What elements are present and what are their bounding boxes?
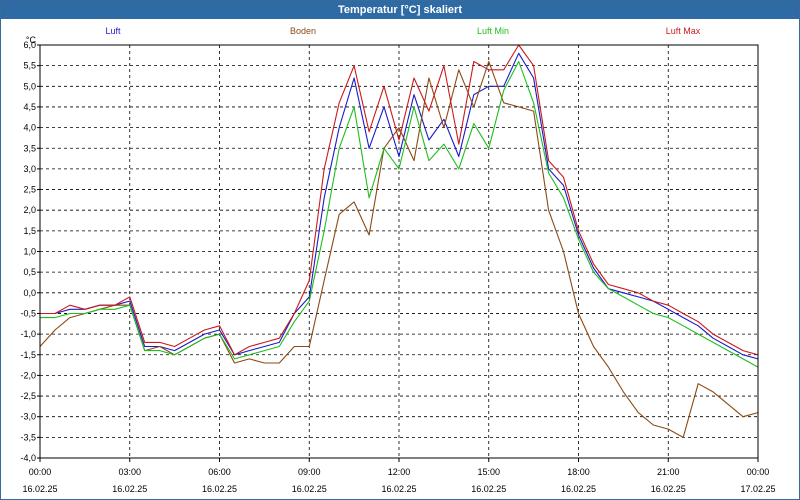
y-axis-unit: °C [26,35,37,45]
y-tick-label: -2,0 [20,370,36,380]
x-tick-date: 17.02.25 [740,484,775,494]
y-tick-label: 4,5 [23,102,36,112]
x-tick-date: 16.02.25 [561,484,596,494]
x-tick-date: 16.02.25 [471,484,506,494]
legend-entry: Luft Max [666,26,701,36]
x-tick-date: 16.02.25 [112,484,147,494]
y-tick-label: -0,5 [20,308,36,318]
y-tick-label: 1,0 [23,247,36,257]
y-tick-label: -4,0 [20,453,36,463]
x-tick-time: 18:00 [567,467,590,477]
x-tick-time: 06:00 [208,467,231,477]
legend-entry: Luft [105,26,121,36]
x-tick-time: 15:00 [477,467,500,477]
y-tick-label: 3,5 [23,143,36,153]
legend-entry: Luft Min [477,26,509,36]
temperature-chart: -4,0 -3,5 -3,0 -2,5 -2,0 -1,5 -1,0 -0,5 0,0 0,5 1,… [20,26,775,494]
x-tick-time: 21:00 [657,467,680,477]
y-tick-label: 3,0 [23,164,36,174]
y-tick-label: -1,0 [20,329,36,339]
y-tick-label: 4,0 [23,123,36,133]
y-tick-label: 2,5 [23,185,36,195]
y-tick-label: -1,5 [20,350,36,360]
x-tick-time: 00:00 [747,467,770,477]
x-tick-date: 16.02.25 [22,484,57,494]
y-tick-label: 0,5 [23,267,36,277]
y-tick-label: 2,0 [23,205,36,215]
x-tick-date: 16.02.25 [651,484,686,494]
legend-entry: Boden [290,26,316,36]
y-tick-label: -3,5 [20,432,36,442]
y-tick-label: -2,5 [20,391,36,401]
y-tick-label: 0,0 [23,288,36,298]
x-tick-date: 16.02.25 [202,484,237,494]
y-tick-label: 5,5 [23,61,36,71]
y-tick-label: -3,0 [20,412,36,422]
x-tick-time: 00:00 [29,467,52,477]
y-tick-label: 1,5 [23,226,36,236]
x-tick-time: 12:00 [388,467,411,477]
y-tick-label: 5,0 [23,81,36,91]
x-tick-date: 16.02.25 [292,484,327,494]
x-tick-date: 16.02.25 [381,484,416,494]
x-tick-time: 09:00 [298,467,321,477]
x-tick-time: 03:00 [118,467,141,477]
